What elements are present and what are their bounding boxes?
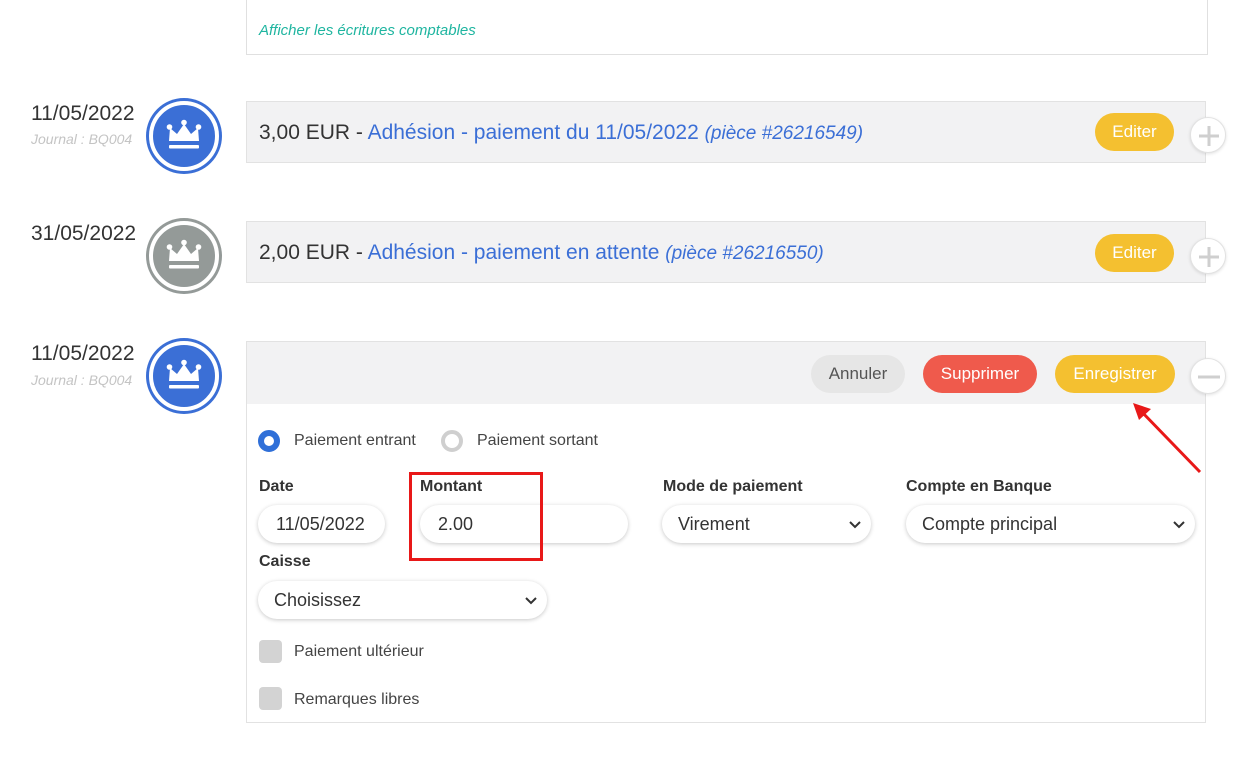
entry-piece-link[interactable]: (pièce #26216550) [665,243,823,264]
date-label: Date [259,478,294,495]
entry-header: 3,00 EUR - Adhésion - paiement du 11/05/… [246,101,1206,163]
top-card: Afficher les écritures comptables [246,0,1208,55]
crown-avatar [149,101,219,171]
edit-button[interactable]: Editer [1095,234,1174,272]
plus-icon [1199,247,1219,267]
date-value: 11/05/2022 [276,514,365,534]
entry-amount: 3,00 EUR [259,121,351,144]
amount-value: 2.00 [438,514,474,534]
cancel-button[interactable]: Annuler [811,355,905,393]
chevron-down-icon [1173,521,1185,529]
edit-button[interactable]: Editer [1095,113,1174,151]
crown-icon [166,239,202,269]
crown-avatar [149,221,219,291]
amount-field[interactable]: 2.00 [420,505,628,543]
cash-label: Caisse [259,553,311,570]
bank-account-label: Compte en Banque [906,478,1052,495]
entry-amount: 2,00 EUR [259,241,351,264]
entry-piece-link[interactable]: (pièce #26216549) [705,123,863,144]
entry-date: 11/05/2022 [31,342,135,365]
incoming-payment-radio[interactable] [258,430,280,452]
expand-button[interactable] [1190,238,1226,274]
entry-separator: - [350,121,368,144]
chevron-down-icon [849,521,861,529]
payment-form [246,404,1206,723]
minus-icon [1198,375,1220,379]
entry-summary: 2,00 EUR - Adhésion - paiement en attent… [259,241,824,265]
entry-separator: - [350,241,368,264]
plus-icon [1199,126,1219,146]
crown-icon [166,359,202,389]
bank-account-value: Compte principal [922,514,1058,534]
entry-date: 11/05/2022 [31,102,135,125]
entry-summary: 3,00 EUR - Adhésion - paiement du 11/05/… [259,121,863,145]
cash-select[interactable]: Choisissez [258,581,547,619]
collapse-button[interactable] [1190,358,1226,394]
show-accounting-entries-link[interactable]: Afficher les écritures comptables [259,22,476,39]
chevron-down-icon [525,597,537,605]
entry-edit-header: Annuler Supprimer Enregistrer [246,341,1206,405]
payment-mode-value: Virement [678,514,750,534]
outgoing-payment-radio[interactable] [441,430,463,452]
bank-account-select[interactable]: Compte principal [906,505,1195,543]
entry-date: 31/05/2022 [31,222,137,245]
outgoing-payment-label: Paiement sortant [477,432,598,449]
entry-journal: Journal : BQ004 [31,131,133,147]
save-button[interactable]: Enregistrer [1055,355,1175,393]
free-remarks-checkbox[interactable] [259,687,282,710]
free-remarks-label: Remarques libres [294,691,420,708]
deferred-payment-label: Paiement ultérieur [294,643,424,660]
incoming-payment-label: Paiement entrant [294,432,416,449]
entry-title-link[interactable]: Adhésion - paiement en attente [368,241,660,264]
payment-mode-select[interactable]: Virement [662,505,871,543]
entry-journal: Journal : BQ004 [31,372,133,388]
amount-label: Montant [420,478,483,495]
annotation-arrow-icon [1133,403,1202,474]
delete-button[interactable]: Supprimer [923,355,1037,393]
date-field[interactable]: 11/05/2022 [258,505,385,543]
payment-mode-label: Mode de paiement [663,478,803,495]
expand-button[interactable] [1190,117,1226,153]
entry-title-link[interactable]: Adhésion - paiement du 11/05/2022 [368,121,699,144]
crown-icon [166,119,202,149]
crown-avatar [149,341,219,411]
cash-value: Choisissez [274,590,362,610]
entry-header: 2,00 EUR - Adhésion - paiement en attent… [246,221,1206,283]
deferred-payment-checkbox[interactable] [259,640,282,663]
